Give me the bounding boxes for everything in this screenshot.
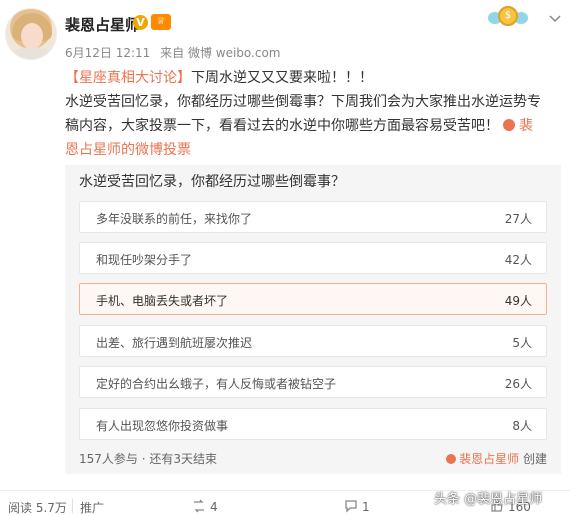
repost-count: 4 — [210, 500, 218, 514]
poll-question: 水逆受苦回忆录，你都经历过哪些倒霉事？ — [79, 174, 345, 190]
poll-option-label: 手机、电脑丢失或者坏了 — [96, 294, 229, 308]
promote-button[interactable]: 推广 — [80, 499, 104, 516]
poll-option-selected[interactable]: 手机、电脑丢失或者坏了 49人 — [79, 283, 547, 315]
medal-coin: $ — [498, 6, 518, 26]
poll-option-count: 5人 — [512, 336, 532, 350]
poll-footer: 157人参与 · 还有3天结束 — [79, 452, 217, 466]
poll-option-label: 多年没联系的前任，来找你了 — [96, 212, 253, 226]
post-source[interactable]: 来自 微博 weibo.com — [160, 46, 280, 60]
chevron-down-icon[interactable] — [547, 10, 563, 26]
read-count: 阅读 5.7万 — [8, 501, 67, 515]
vip-crown-icon[interactable]: ♕ — [151, 14, 171, 30]
poll-option[interactable]: 多年没联系的前任，来找你了 27人 — [79, 201, 547, 233]
author-name[interactable]: 裴恩占星师 — [65, 14, 140, 35]
poll-option-count: 27人 — [504, 212, 532, 226]
watermark: 头条 @裴恩占星师 — [434, 492, 543, 507]
avatar[interactable] — [5, 8, 57, 60]
avatar-body — [10, 47, 54, 59]
weibo-icon — [446, 454, 457, 464]
poll-option[interactable]: 和现任吵架分手了 42人 — [79, 242, 547, 274]
repost-icon — [194, 499, 204, 513]
link-icon — [503, 119, 515, 131]
avatar-face — [21, 23, 43, 49]
poll-option[interactable]: 定好的合约出幺蛾子，有人反悔或者被钻空子 26人 — [79, 366, 547, 398]
poll-creator: 裴恩占星师 创建 — [446, 450, 547, 467]
poll-option-count: 26人 — [504, 377, 532, 391]
comment-button[interactable]: 1 — [344, 499, 370, 514]
topic-link[interactable]: 【星座真相大讨论】 — [65, 70, 191, 86]
comment-icon — [345, 500, 357, 513]
poll-option-count: 49人 — [504, 294, 532, 308]
repost-button[interactable]: 4 — [192, 499, 218, 514]
poll-option-count: 8人 — [512, 419, 532, 433]
verified-icon: V — [133, 15, 148, 30]
poll-option-label: 出差、旅行遇到航班屡次推迟 — [96, 336, 253, 350]
post-date[interactable]: 6月12日 12:11 — [65, 46, 150, 60]
post-body: 水逆受苦回忆录，你都经历过哪些倒霉事？下周我们会为大家推出水逆运势专稿内容，大家… — [65, 94, 541, 134]
poll-creator-name[interactable]: 裴恩占星师 — [459, 452, 519, 466]
poll-creator-suffix: 创建 — [522, 452, 547, 466]
divider — [72, 499, 73, 513]
poll-option-count: 42人 — [504, 253, 532, 267]
poll-option-label: 定好的合约出幺蛾子，有人反悔或者被钻空子 — [96, 377, 337, 391]
poll-option-label: 有人出现忽悠你投资做事 — [96, 419, 229, 433]
post-content: 【星座真相大讨论】下周水逆又又又要来啦！！！ 水逆受苦回忆录，你都经历过哪些倒霉… — [65, 66, 545, 162]
poll-option[interactable]: 有人出现忽悠你投资做事 8人 — [79, 408, 547, 440]
post-meta: 6月12日 12:11 来自 微博 weibo.com — [65, 44, 287, 61]
comment-count: 1 — [362, 500, 370, 514]
poll-option[interactable]: 出差、旅行遇到航班屡次推迟 5人 — [79, 325, 547, 357]
medal-icon[interactable]: $ — [488, 4, 528, 30]
poll-card: 水逆受苦回忆录，你都经历过哪些倒霉事？ 多年没联系的前任，来找你了 27人 和现… — [65, 165, 561, 474]
poll-option-label: 和现任吵架分手了 — [96, 253, 193, 267]
post-headline: 下周水逆又又又要来啦！！！ — [191, 70, 373, 86]
post-header: 裴恩占星师 V ♕ 6月12日 12:11 来自 微博 weibo.com $ — [0, 0, 570, 66]
